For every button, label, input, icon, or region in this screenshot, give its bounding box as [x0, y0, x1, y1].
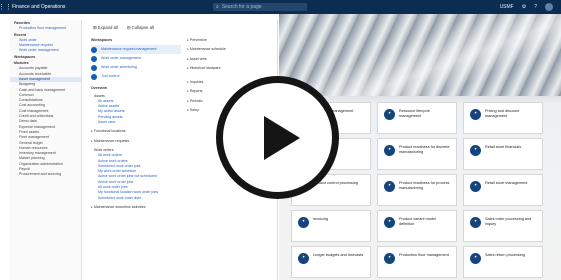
workspace-list: Maintenance request management Work order… — [91, 45, 181, 81]
workspace-link[interactable]: Work order management — [91, 54, 181, 63]
workspace-icon — [91, 46, 97, 53]
work-order-links: All work orders Active work orders Schedul… — [91, 153, 181, 201]
workspace-tile[interactable]: • Invoicing — [291, 210, 371, 242]
navigation-pane: Favorites Production floor management Rece… — [10, 20, 82, 280]
company-picker[interactable]: USMF — [500, 4, 514, 10]
category-link[interactable]: Asset view — [187, 57, 275, 62]
tile-label: Sales return processing — [485, 253, 525, 257]
tile-label: Production floor management — [399, 253, 449, 257]
avatar[interactable] — [545, 3, 553, 11]
question-icon[interactable]: ? — [534, 4, 537, 10]
top-app-bar: ⋮⋮ Finance and Operations ⌕ Search for a… — [0, 0, 561, 14]
workspace-tile[interactable]: • Production floor management — [377, 246, 457, 278]
workspace-tile[interactable]: • Ledger budgets and forecasts — [291, 246, 371, 278]
gear-icon: • — [384, 253, 395, 264]
expand-all-button[interactable]: ⊞ Expand all — [93, 25, 118, 30]
collapse-all-button[interactable]: ⊟ Collapse all — [127, 25, 154, 30]
workspace-tile[interactable]: • Retail store management — [463, 174, 543, 206]
panel-left-column: Workspaces Maintenance request managemen… — [91, 38, 181, 210]
workspace-label: Work order management — [101, 56, 141, 61]
tag-icon: • — [470, 109, 481, 120]
workspace-link[interactable]: Work order scheduling — [91, 63, 181, 72]
asset-link[interactable]: Asset view — [91, 120, 181, 125]
asset-links: All assets Active assets My active assets P… — [91, 99, 181, 125]
tile-label: Invoicing — [313, 217, 328, 221]
maintenance-requests-link[interactable]: Maintenance requests — [91, 139, 181, 144]
tile-label: Product variant model definition — [399, 217, 436, 226]
chart-icon: • — [298, 253, 309, 264]
store-icon: • — [470, 181, 481, 192]
workspace-label: Tool control — [101, 74, 120, 79]
category-link[interactable]: Maintenance schedule — [187, 47, 275, 52]
return-icon: • — [470, 253, 481, 264]
workspace-tile[interactable]: • Product readiness for process manufactu… — [377, 174, 457, 206]
workspace-tile[interactable]: • Product readiness for discrete manufact… — [377, 138, 457, 170]
workspace-icon — [91, 64, 97, 71]
workspace-label: Maintenance request management — [101, 47, 157, 52]
workspaces-header[interactable]: Workspaces — [91, 38, 181, 43]
category-link[interactable]: Historical hardware — [187, 66, 275, 71]
workspace-link[interactable]: Maintenance request management — [91, 45, 181, 55]
work-order-link[interactable]: Scheduled work order lines — [91, 196, 181, 201]
expand-collapse-row: ⊞ Expand all ⊟ Collapse all — [93, 25, 154, 30]
tile-label: Product readiness for process manufactur… — [399, 181, 450, 190]
workspace-tile[interactable]: • Sales order processing and inquiry — [463, 210, 543, 242]
tile-label: Product readiness for discrete manufactu… — [399, 145, 450, 154]
tile-label: Pricing and discount management — [485, 109, 520, 118]
factory-icon: • — [384, 145, 395, 156]
nav-item[interactable]: Procurement and sourcing — [10, 172, 81, 177]
expand-all-label: Expand all — [97, 25, 118, 30]
play-icon — [264, 115, 300, 160]
cart-icon: • — [470, 217, 481, 228]
flask-icon: • — [384, 181, 395, 192]
workspace-tile[interactable]: • Product variant model definition — [377, 210, 457, 242]
hero-image — [279, 14, 561, 96]
tile-label: Retail store management — [485, 181, 528, 185]
invoice-icon: • — [298, 217, 309, 228]
search-icon: ⌕ — [216, 4, 219, 10]
workspace-icon — [91, 55, 97, 62]
workspace-tile[interactable]: • Sales return processing — [463, 246, 543, 278]
topbar-right: USMF ⚙ ? — [500, 0, 553, 14]
workspace-label: Work order scheduling — [101, 65, 137, 70]
gear-icon[interactable]: ⚙ — [522, 4, 526, 10]
tile-label: Sales order processing and inquiry — [485, 217, 532, 226]
play-button[interactable] — [216, 76, 339, 199]
search-placeholder: Search for a page — [221, 4, 262, 10]
tile-label: Retail store financials — [485, 145, 522, 149]
coins-icon: • — [470, 145, 481, 156]
search-box[interactable]: ⌕ Search for a page — [213, 3, 307, 11]
app-launcher-icon[interactable]: ⋮⋮ — [0, 0, 12, 14]
tile-label: Resource lifecycle management — [399, 109, 430, 118]
tile-label: Ledger budgets and forecasts — [313, 253, 364, 257]
functional-locations-link[interactable]: Functional locations — [91, 129, 181, 134]
workspace-tile[interactable]: • Resource lifecycle management — [377, 102, 457, 134]
collapse-all-label: Collapse all — [131, 25, 154, 30]
overview-header[interactable]: Overview — [91, 86, 181, 91]
workspace-tile[interactable]: • Retail store financials — [463, 138, 543, 170]
nav-item[interactable]: Work order management — [10, 48, 81, 53]
app-title: Finance and Operations — [12, 4, 66, 10]
downtime-link[interactable]: Maintenance downtime activities — [91, 205, 181, 210]
workspace-tile[interactable]: • Pricing and discount management — [463, 102, 543, 134]
workspace-link[interactable]: Tool control — [91, 72, 181, 81]
nav-item[interactable]: Workspaces — [10, 55, 81, 60]
cycle-icon: • — [384, 109, 395, 120]
workspace-icon — [91, 73, 97, 80]
category-link[interactable]: Preventive — [187, 38, 275, 43]
box-icon: • — [384, 217, 395, 228]
nav-item[interactable]: Production floor management — [10, 26, 81, 31]
